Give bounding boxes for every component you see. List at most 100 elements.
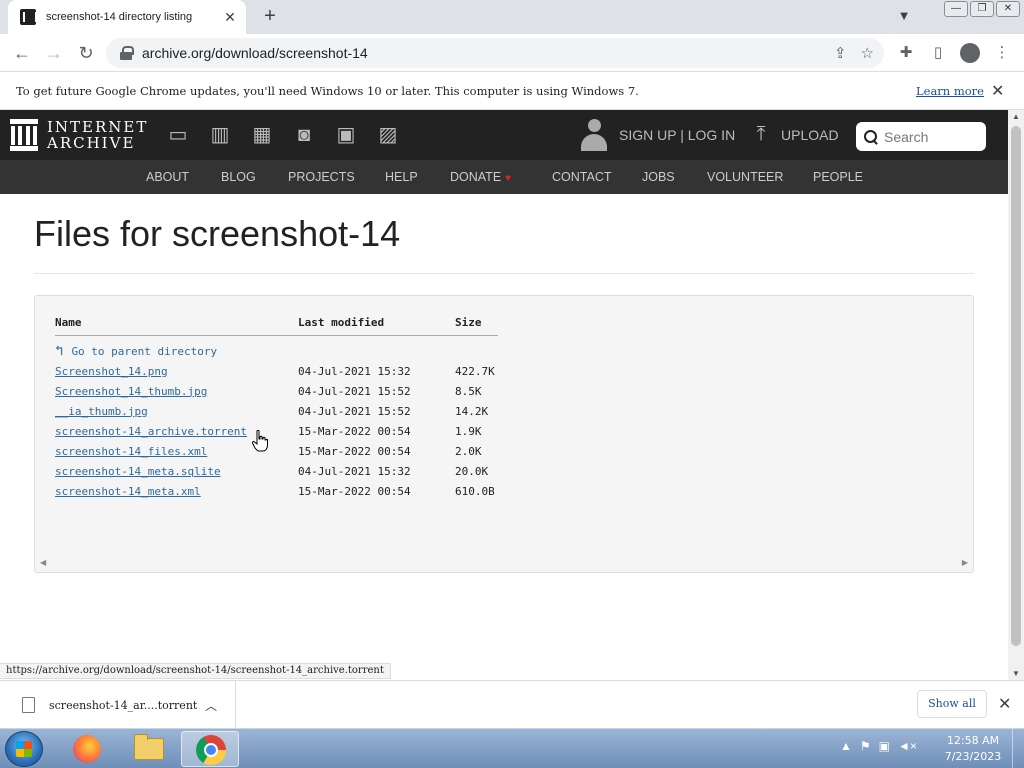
tray-expand-icon[interactable]: ▲ xyxy=(840,739,852,753)
tab-strip: screenshot-14 directory listing ✕ + ▼ — … xyxy=(0,0,1024,34)
taskbar-firefox[interactable] xyxy=(58,731,116,767)
tab-search-chevron-icon[interactable]: ▼ xyxy=(894,6,914,26)
user-icon[interactable] xyxy=(581,119,607,151)
new-tab-button[interactable]: + xyxy=(258,4,282,28)
signup-login-link[interactable]: SIGN UP | LOG IN xyxy=(619,127,735,143)
download-item[interactable]: screenshot-14_ar....torrent ︿ xyxy=(0,681,236,729)
page-scrollbar[interactable]: ▲ ▼ xyxy=(1008,110,1024,680)
search-input[interactable] xyxy=(884,128,984,145)
volume-muted-icon[interactable]: ◄× xyxy=(898,739,917,753)
table-header-row: Name Last modified Size xyxy=(55,316,498,336)
file-link[interactable]: screenshot-14_files.xml xyxy=(55,445,207,458)
start-button[interactable] xyxy=(5,731,43,767)
nav-contact[interactable]: CONTACT xyxy=(552,170,612,184)
internet-archive-logo[interactable]: INTERNET ARCHIVE xyxy=(10,119,148,151)
table-row: screenshot-14_archive.torrent 15-Mar-202… xyxy=(55,421,498,441)
infobar-close-icon[interactable]: ✕ xyxy=(991,81,1004,101)
texts-book-icon[interactable]: ▥ xyxy=(208,123,232,147)
forward-arrow-icon[interactable]: → xyxy=(42,41,66,65)
network-icon[interactable]: ▣ xyxy=(879,739,890,753)
firefox-icon xyxy=(73,735,101,763)
web-icon[interactable]: ▭ xyxy=(166,123,190,147)
images-icon[interactable]: ▨ xyxy=(376,123,400,147)
scrollbar-thumb[interactable] xyxy=(1011,126,1021,646)
close-tab-icon[interactable]: ✕ xyxy=(222,9,238,26)
side-panel-icon[interactable]: ▯ xyxy=(928,43,948,63)
nav-people[interactable]: PEOPLE xyxy=(813,170,863,184)
audio-speaker-icon[interactable]: ◙ xyxy=(292,123,316,147)
address-bar[interactable]: archive.org/download/screenshot-14 ⇪ ☆ xyxy=(106,38,884,68)
shelf-close-icon[interactable]: ✕ xyxy=(998,694,1011,714)
table-row: screenshot-14_files.xml 15-Mar-2022 00:5… xyxy=(55,441,498,461)
file-link[interactable]: Screenshot_14_thumb.jpg xyxy=(55,385,207,398)
upload-icon[interactable]: ⤒ xyxy=(750,123,772,149)
learn-more-link[interactable]: Learn more xyxy=(916,84,984,98)
scroll-left-arrow-icon[interactable]: ◀ xyxy=(40,558,46,567)
lock-icon[interactable] xyxy=(120,46,134,60)
browser-tab[interactable]: screenshot-14 directory listing ✕ xyxy=(8,0,246,34)
file-link[interactable]: screenshot-14_meta.sqlite xyxy=(55,465,221,478)
profile-avatar-icon[interactable] xyxy=(960,43,980,63)
search-icon[interactable] xyxy=(864,129,878,144)
file-table: Name Last modified Size ↰ Go to parent di… xyxy=(55,316,498,501)
nav-about[interactable]: ABOUT xyxy=(146,170,189,184)
file-size: 2.0K xyxy=(455,444,482,458)
maximize-button[interactable]: ❐ xyxy=(970,1,994,17)
taskbar-explorer[interactable] xyxy=(120,731,178,767)
up-arrow-icon: ↰ xyxy=(55,343,64,359)
nav-jobs[interactable]: JOBS xyxy=(642,170,675,184)
reload-icon[interactable]: ↻ xyxy=(74,41,98,65)
archive-favicon-icon xyxy=(20,9,37,25)
show-all-button[interactable]: Show all xyxy=(917,690,987,718)
minimize-button[interactable]: — xyxy=(944,1,968,17)
file-link[interactable]: screenshot-14_archive.torrent xyxy=(55,425,247,438)
taskbar-clock[interactable]: 12:58 AM 7/23/2023 xyxy=(940,733,1006,765)
window-controls: — ❐ ✕ xyxy=(944,1,1020,17)
nav-blog[interactable]: BLOG xyxy=(221,170,256,184)
tab-title: screenshot-14 directory listing xyxy=(46,11,193,23)
browser-menu-icon[interactable]: ⋮ xyxy=(992,43,1012,63)
window-close-button[interactable]: ✕ xyxy=(996,1,1020,17)
nav-donate[interactable]: DONATE ♥ xyxy=(450,170,511,184)
taskbar-chrome[interactable] xyxy=(181,731,239,767)
upload-link[interactable]: UPLOAD xyxy=(781,127,839,143)
file-modified: 15-Mar-2022 00:54 xyxy=(298,484,411,498)
scroll-right-arrow-icon[interactable]: ▶ xyxy=(962,558,968,567)
update-infobar: To get future Google Chrome updates, you… xyxy=(0,72,1024,110)
scroll-down-arrow-icon[interactable]: ▼ xyxy=(1011,669,1021,678)
video-film-icon[interactable]: ▦ xyxy=(250,123,274,147)
file-size: 610.0B xyxy=(455,484,495,498)
url-text[interactable]: archive.org/download/screenshot-14 xyxy=(142,45,820,61)
bookmark-star-icon[interactable]: ☆ xyxy=(861,44,874,62)
file-link[interactable]: screenshot-14_meta.xml xyxy=(55,485,201,498)
nav-volunteer[interactable]: VOLUNTEER xyxy=(707,170,783,184)
system-tray: ▲ ⚑ ▣ ◄× xyxy=(840,739,917,753)
windows-taskbar: ▲ ⚑ ▣ ◄× 12:58 AM 7/23/2023 xyxy=(0,728,1024,768)
column-name: Name xyxy=(55,316,298,336)
chevron-up-icon[interactable]: ︿ xyxy=(205,697,217,714)
file-size: 1.9K xyxy=(455,424,482,438)
file-size: 14.2K xyxy=(455,404,489,418)
scroll-up-arrow-icon[interactable]: ▲ xyxy=(1011,112,1021,121)
nav-help[interactable]: HELP xyxy=(385,170,418,184)
ia-nav-bar: ABOUT BLOG PROJECTS HELP DONATE ♥ CONTACT… xyxy=(0,160,1008,194)
file-link[interactable]: Screenshot_14.png xyxy=(55,365,168,378)
page-title: Files for screenshot-14 xyxy=(34,213,401,254)
archive-building-icon xyxy=(10,119,38,151)
parent-directory-link[interactable]: ↰ Go to parent directory xyxy=(55,343,217,359)
clock-time: 12:58 AM xyxy=(946,734,1000,747)
extensions-puzzle-icon[interactable]: ✚ xyxy=(896,43,916,63)
hand-cursor-icon xyxy=(252,430,268,452)
logo-text: INTERNET ARCHIVE xyxy=(47,119,148,151)
page-viewport: INTERNET ARCHIVE ▭ ▥ ▦ ◙ ▣ ▨ SIGN UP | L… xyxy=(0,110,1024,680)
software-floppy-icon[interactable]: ▣ xyxy=(334,123,358,147)
action-center-flag-icon[interactable]: ⚑ xyxy=(860,739,871,753)
share-icon[interactable]: ⇪ xyxy=(834,44,847,62)
back-arrow-icon[interactable]: ← xyxy=(10,41,34,65)
nav-projects[interactable]: PROJECTS xyxy=(288,170,355,184)
show-desktop-button[interactable] xyxy=(1012,729,1024,768)
file-link[interactable]: __ia_thumb.jpg xyxy=(55,405,148,418)
parent-directory-row: ↰ Go to parent directory xyxy=(55,341,498,361)
ia-search-box[interactable] xyxy=(856,122,986,151)
heart-icon: ♥ xyxy=(505,173,512,184)
